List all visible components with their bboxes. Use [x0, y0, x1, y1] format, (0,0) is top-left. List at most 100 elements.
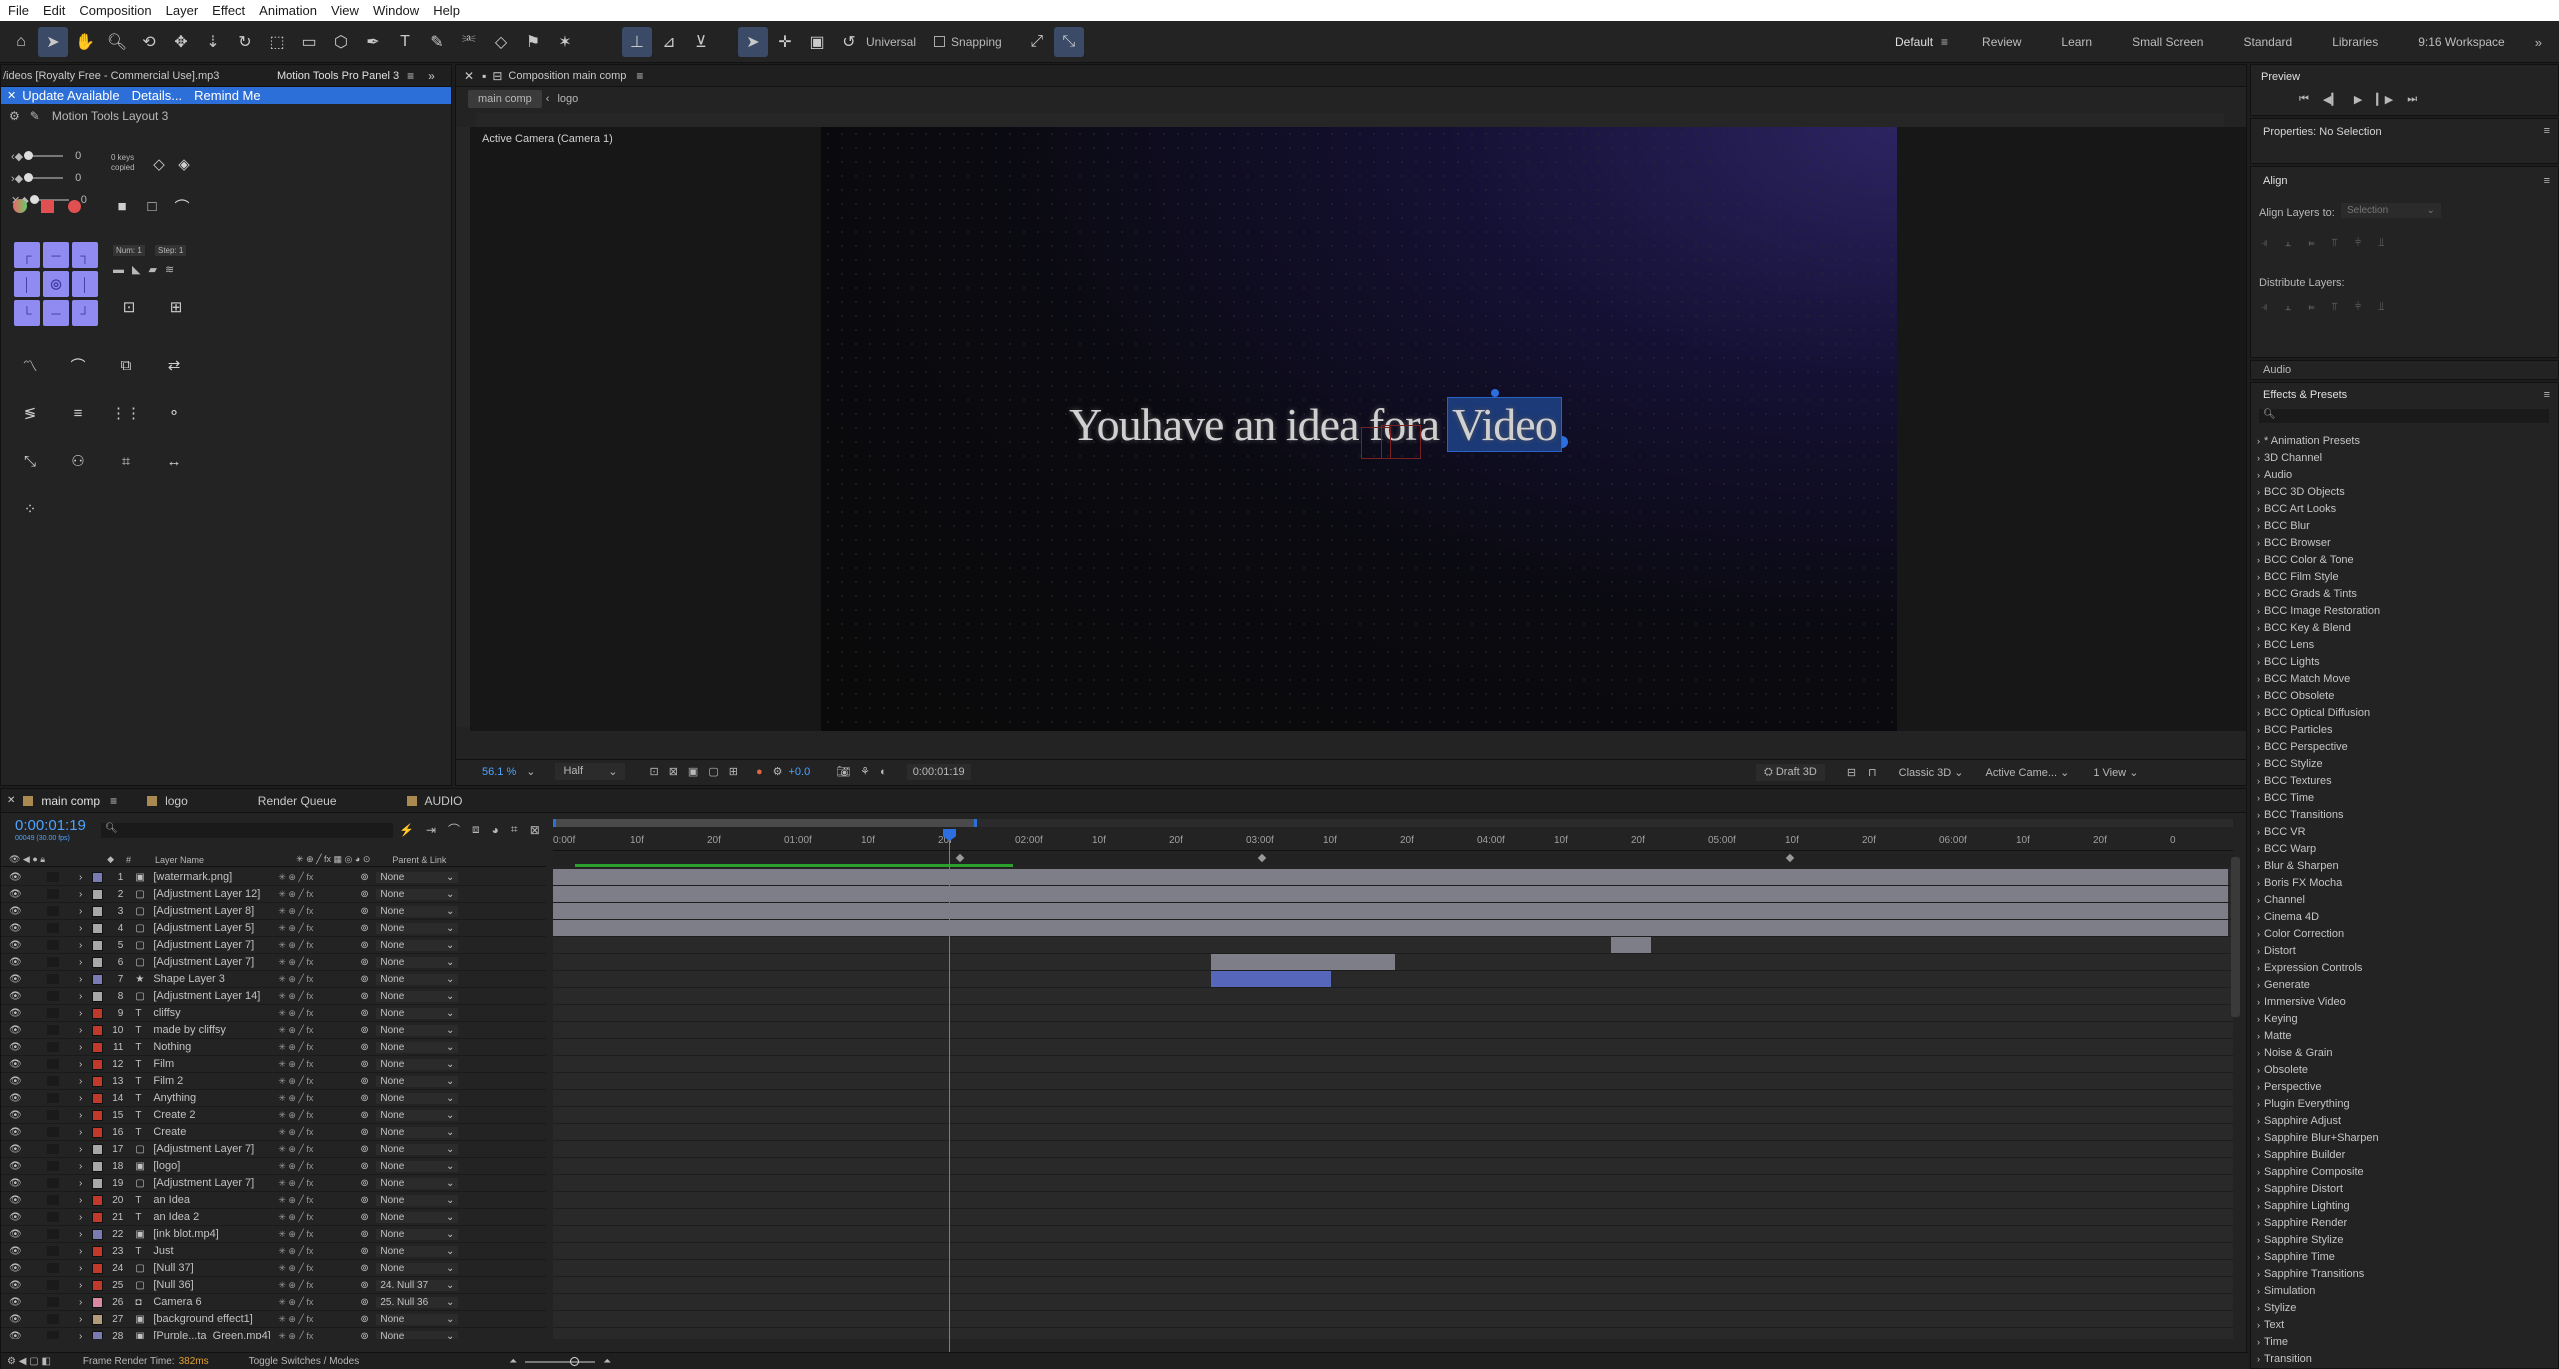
pickwhip-icon[interactable]: ⊚: [360, 1212, 376, 1223]
snap-expand-icon[interactable]: ⤡: [1053, 26, 1084, 57]
effect-category[interactable]: › Immersive Video: [2251, 993, 2559, 1010]
expand-arrow-icon[interactable]: ›: [2257, 1303, 2260, 1313]
pencil-icon[interactable]: ✎: [30, 109, 40, 123]
gear-icon[interactable]: ⚙: [9, 109, 20, 123]
layer-row[interactable]: 👁︎ › 16 T Create ✳ ⊕ ╱ fx ⊚ None ⌄: [1, 1124, 546, 1141]
effects-search-input[interactable]: 🔍︎: [2259, 409, 2549, 423]
layer-name[interactable]: [Adjustment Layer 8]: [153, 905, 278, 917]
layer-switches[interactable]: ✳ ⊕ ╱ fx: [278, 1093, 358, 1104]
expand-layer-icon[interactable]: ›: [79, 1246, 82, 1257]
anchor-bottom[interactable]: ─: [43, 300, 69, 326]
parent-dropdown[interactable]: None ⌄: [376, 905, 459, 917]
toggle-switches-modes[interactable]: Toggle Switches / Modes: [249, 1356, 360, 1367]
scale-mode-icon[interactable]: ▣: [802, 27, 832, 57]
parent-dropdown[interactable]: None ⌄: [376, 1177, 459, 1189]
menu-edit[interactable]: Edit: [43, 3, 65, 18]
anchor-top[interactable]: ─: [43, 242, 69, 268]
parent-dropdown[interactable]: 25. Null 36 ⌄: [376, 1296, 459, 1308]
visibility-eye-icon[interactable]: 👁︎: [9, 1263, 23, 1274]
layer-switches[interactable]: ✳ ⊕ ╱ fx: [278, 1263, 358, 1274]
label-color-swatch[interactable]: [92, 1296, 104, 1308]
expand-arrow-icon[interactable]: ›: [2257, 1116, 2260, 1126]
layer-name[interactable]: [Adjustment Layer 5]: [153, 922, 278, 934]
visibility-eye-icon[interactable]: 👁︎: [9, 906, 23, 917]
layer-row[interactable]: 👁︎ › 1 ▣ [watermark.png] ✳ ⊕ ╱ fx ⊚ None ⌄: [1, 869, 546, 886]
close-comp-icon[interactable]: ✕: [464, 69, 474, 83]
effect-category[interactable]: › BCC Optical Diffusion: [2251, 704, 2559, 721]
parent-dropdown[interactable]: None ⌄: [376, 1262, 459, 1274]
effect-category[interactable]: › BCC Time: [2251, 789, 2559, 806]
label-color-swatch[interactable]: [92, 956, 104, 968]
resize-icon[interactable]: ⤡: [17, 448, 43, 474]
solo-box[interactable]: [47, 957, 59, 967]
fill-square-icon[interactable]: ■: [109, 193, 135, 219]
layer-row[interactable]: 👁︎ › 2 ▢ [Adjustment Layer 12] ✳ ⊕ ╱ fx ⊚ None ⌄: [1, 886, 546, 903]
dolly-tool-icon[interactable]: ⇣: [198, 27, 228, 57]
solo-box[interactable]: [47, 1025, 59, 1035]
draft-3d-toggle[interactable]: ⛭ Draft 3D: [1756, 763, 1825, 781]
pickwhip-icon[interactable]: ⊚: [360, 1280, 376, 1291]
workspace-overflow-icon[interactable]: »: [2535, 35, 2542, 50]
parent-dropdown[interactable]: None ⌄: [376, 1126, 459, 1138]
visibility-eye-icon[interactable]: 👁︎: [9, 1144, 23, 1155]
effect-category[interactable]: › Channel: [2251, 891, 2559, 908]
expand-arrow-icon[interactable]: ›: [2257, 1218, 2260, 1228]
layer-duration-bar[interactable]: [553, 886, 2228, 902]
expand-arrow-icon[interactable]: ›: [2257, 980, 2260, 990]
layer-switches[interactable]: ✳ ⊕ ╱ fx: [278, 1229, 358, 1240]
solo-box[interactable]: [47, 1093, 59, 1103]
layer-switches[interactable]: ✳ ⊕ ╱ fx: [278, 1042, 358, 1053]
properties-menu-icon[interactable]: ≡: [2544, 125, 2550, 137]
comp-frame[interactable]: Youhave an idea fora Video: [821, 127, 1897, 731]
3d-shape-tool-icon[interactable]: ⬡: [326, 27, 356, 57]
parent-dropdown[interactable]: None ⌄: [376, 922, 459, 934]
camera-dropdown[interactable]: Active Came... ⌄: [1986, 766, 2070, 779]
pickwhip-icon[interactable]: ⊚: [360, 906, 376, 917]
layer-name[interactable]: Film 2: [153, 1075, 278, 1087]
visibility-eye-icon[interactable]: 👁︎: [9, 1331, 23, 1340]
label-color-swatch[interactable]: [92, 922, 104, 934]
visibility-eye-icon[interactable]: 👁︎: [9, 940, 23, 951]
expand-layer-icon[interactable]: ›: [79, 1110, 82, 1121]
pickwhip-icon[interactable]: ⊚: [360, 1195, 376, 1206]
details-link[interactable]: Details...: [132, 88, 183, 103]
solo-box[interactable]: [47, 1161, 59, 1171]
effect-category[interactable]: › BCC Match Move: [2251, 670, 2559, 687]
visibility-eye-icon[interactable]: 👁︎: [9, 1110, 23, 1121]
expand-layer-icon[interactable]: ›: [79, 1042, 82, 1053]
label-color-swatch[interactable]: [92, 1262, 104, 1274]
pickwhip-icon[interactable]: ⊚: [360, 1161, 376, 1172]
expand-layer-icon[interactable]: ›: [79, 1331, 82, 1340]
effect-category[interactable]: › BCC Browser: [2251, 534, 2559, 551]
label-color-swatch[interactable]: [92, 1126, 104, 1138]
panel-expand-icon[interactable]: »: [428, 69, 435, 83]
parent-dropdown[interactable]: None ⌄: [376, 1330, 459, 1339]
parent-dropdown[interactable]: None ⌄: [376, 871, 459, 883]
label-color-swatch[interactable]: [92, 1143, 104, 1155]
snapping-label[interactable]: Snapping: [951, 35, 1002, 49]
solo-box[interactable]: [47, 1280, 59, 1290]
layer-row[interactable]: 👁︎ › 12 T Film ✳ ⊕ ╱ fx ⊚ None ⌄: [1, 1056, 546, 1073]
layer-row[interactable]: 👁︎ › 24 ▢ [Null 37] ✳ ⊕ ╱ fx ⊚ None ⌄: [1, 1260, 546, 1277]
expand-arrow-icon[interactable]: ›: [2257, 997, 2260, 1007]
split-icon[interactable]: ≶: [17, 400, 43, 426]
align-v-center-icon[interactable]: ⫩: [2355, 237, 2361, 250]
align-to-dropdown[interactable]: Selection ⌄: [2341, 203, 2441, 218]
parent-dropdown[interactable]: None ⌄: [376, 1160, 459, 1172]
layer-switches[interactable]: ✳ ⊕ ╱ fx: [278, 872, 358, 883]
target-icon[interactable]: ⊡: [116, 294, 142, 320]
outline-square-icon[interactable]: □: [139, 193, 165, 219]
rectangle-tool-icon[interactable]: ▭: [294, 27, 324, 57]
label-color-swatch[interactable]: [92, 990, 104, 1002]
label-color-swatch[interactable]: [92, 1160, 104, 1172]
effect-category[interactable]: › Sapphire Distort: [2251, 1180, 2559, 1197]
pickwhip-icon[interactable]: ⊚: [360, 1229, 376, 1240]
guide-options-icon[interactable]: ⊞: [729, 765, 738, 778]
anchor-top-right[interactable]: ┐: [72, 242, 98, 268]
menu-animation[interactable]: Animation: [259, 3, 317, 18]
effect-category[interactable]: › Noise & Grain: [2251, 1044, 2559, 1061]
layer-name[interactable]: [watermark.png]: [153, 871, 278, 883]
parent-dropdown[interactable]: None ⌄: [376, 1313, 459, 1325]
pickwhip-icon[interactable]: ⊚: [360, 923, 376, 934]
expand-layer-icon[interactable]: ›: [79, 906, 82, 917]
